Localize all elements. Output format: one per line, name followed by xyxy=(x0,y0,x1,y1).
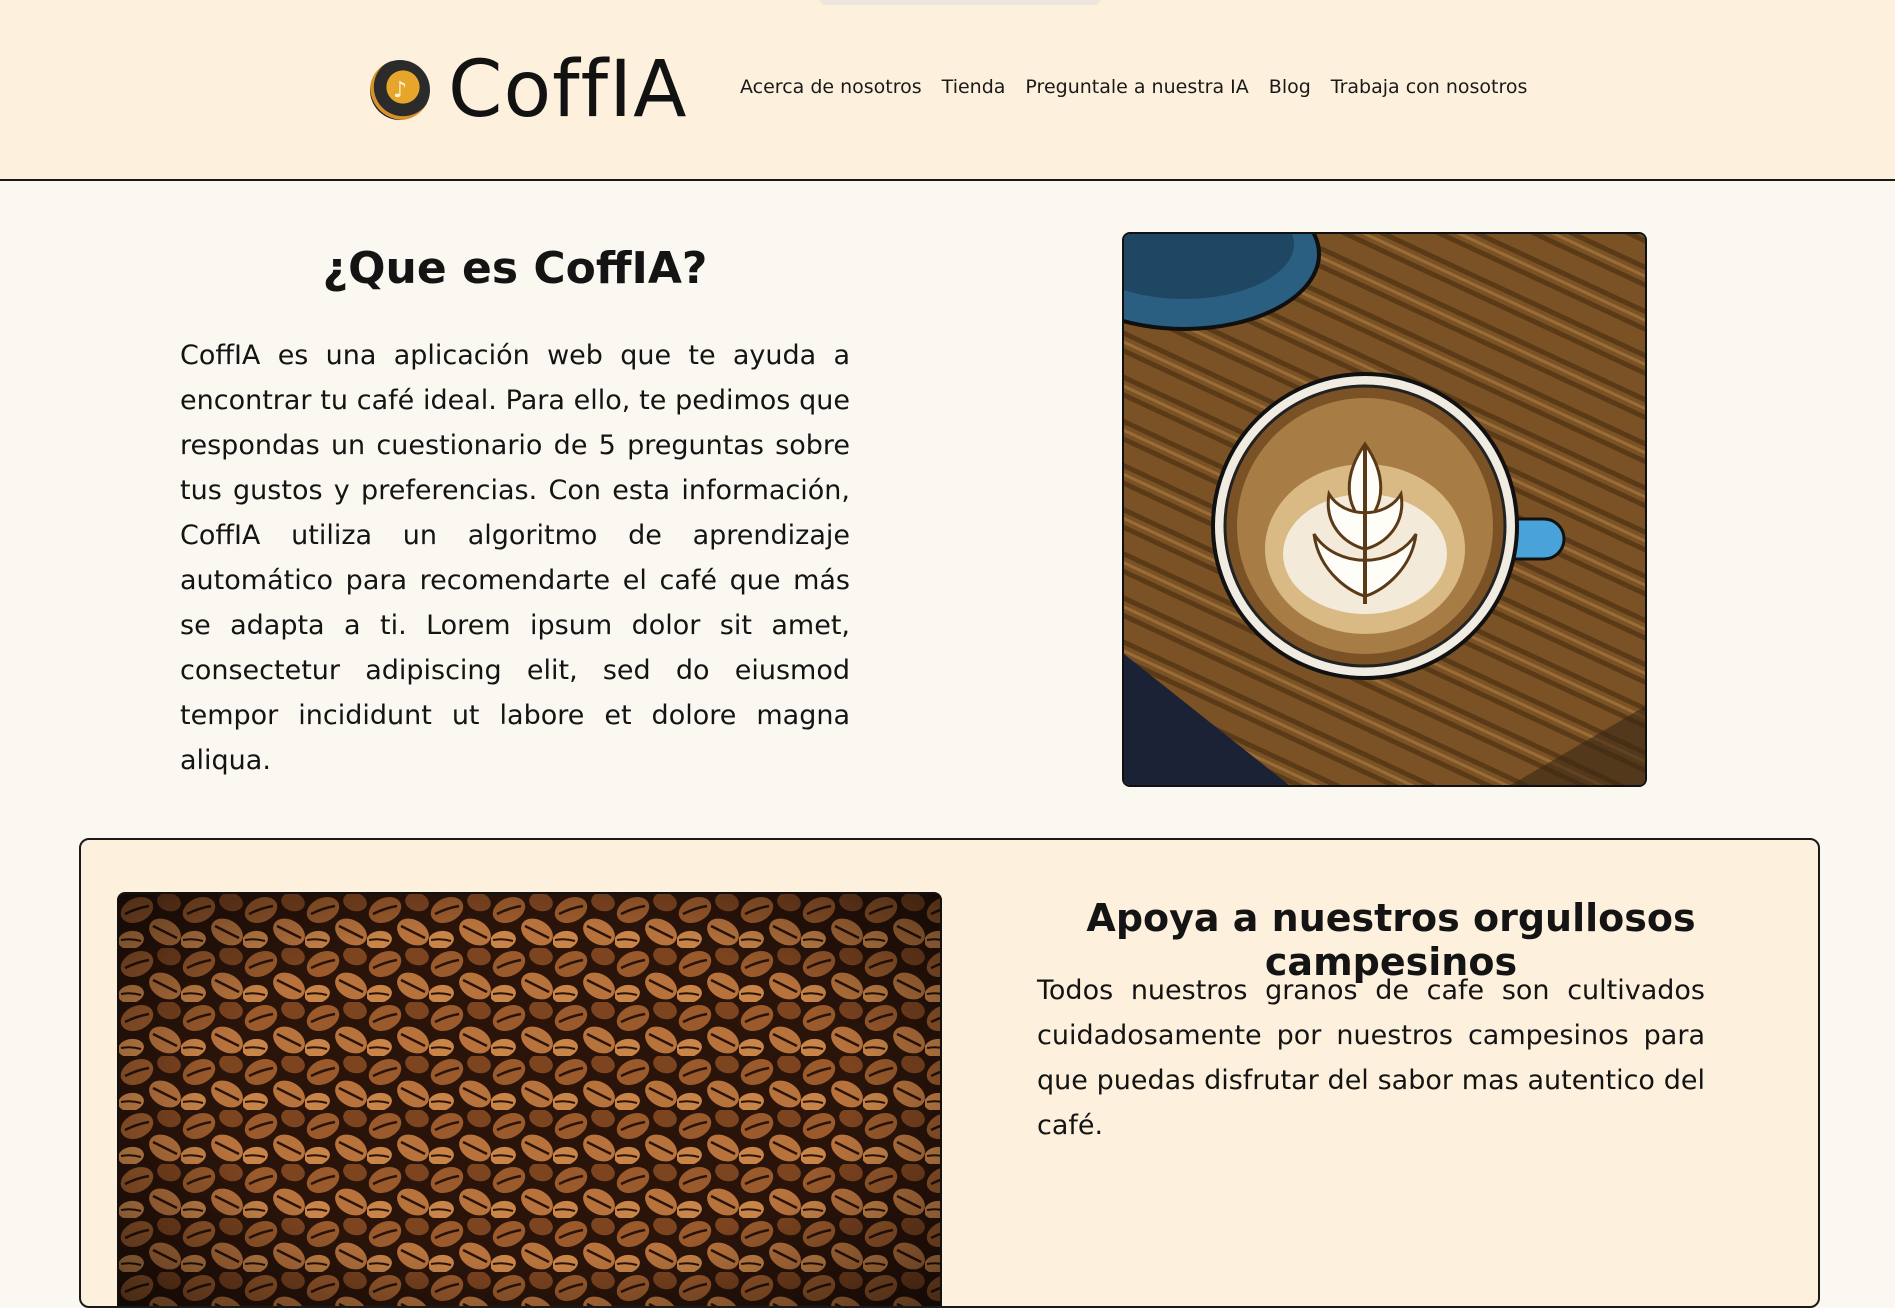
farmers-text: Todos nuestros granos de cafe son cultiv… xyxy=(1037,975,1705,1141)
brand-name: CoffIA xyxy=(448,45,688,135)
nav-item-tienda[interactable]: Tienda xyxy=(942,76,1006,98)
brand[interactable]: ♪ CoffIA xyxy=(370,50,687,130)
nav-item-acerca[interactable]: Acerca de nosotros xyxy=(740,76,922,98)
nav-item-trabaja[interactable]: Trabaja con nosotros xyxy=(1331,76,1528,98)
main-nav: Acerca de nosotros Tienda Preguntale a n… xyxy=(740,76,1527,98)
site-header: ♪ CoffIA Acerca de nosotros Tienda Pregu… xyxy=(0,0,1895,181)
header-notch xyxy=(820,0,1100,5)
about-title: ¿Que es CoffIA? xyxy=(322,243,708,294)
coffee-beans-image xyxy=(117,892,942,1306)
about-text: CoffIA es una aplicación web que te ayud… xyxy=(180,340,850,776)
nav-item-blog[interactable]: Blog xyxy=(1269,76,1311,98)
nav-item-ia[interactable]: Preguntale a nuestra IA xyxy=(1025,76,1248,98)
latte-art-image xyxy=(1122,232,1647,787)
coffee-cup-icon: ♪ xyxy=(370,60,430,120)
farmers-card: Apoya a nuestros orgullosos campesinos T… xyxy=(79,838,1820,1308)
